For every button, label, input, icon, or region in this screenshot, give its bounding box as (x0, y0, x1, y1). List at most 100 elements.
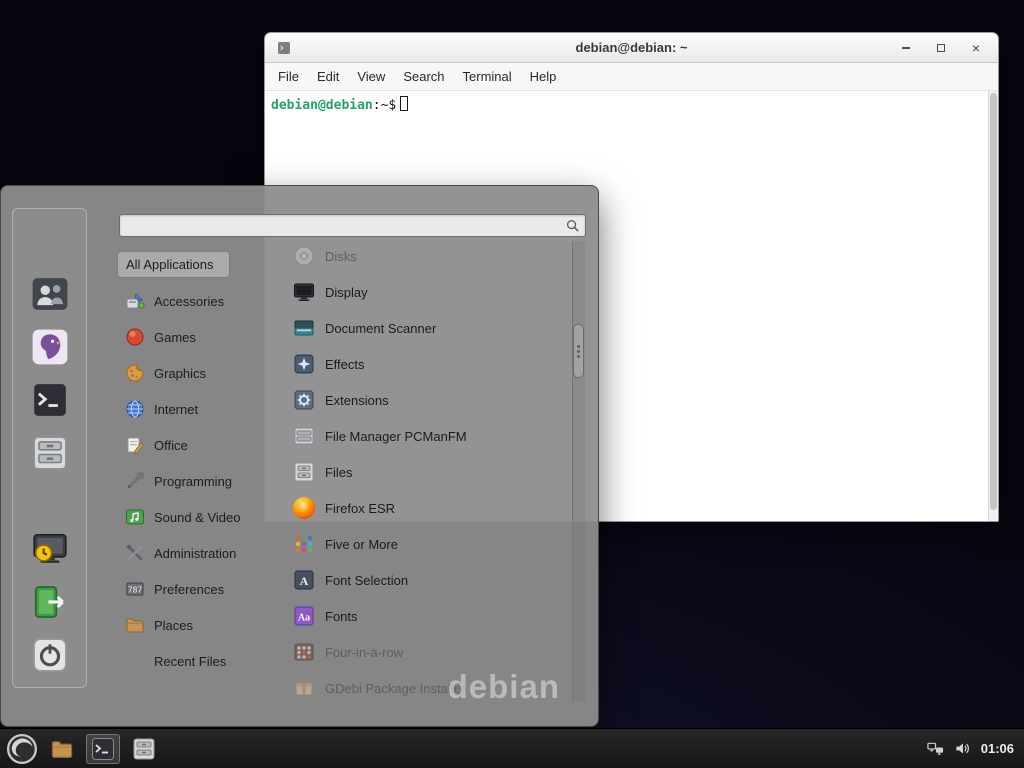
taskbar-terminal[interactable] (86, 734, 120, 764)
files-icon (293, 461, 315, 483)
users-icon (31, 275, 69, 313)
cinnamon-menu-icon (6, 733, 38, 765)
shut-down-button[interactable] (31, 636, 69, 674)
favorites-column (12, 208, 87, 688)
taskbar-file-manager[interactable] (45, 734, 79, 764)
taskbar-files[interactable] (127, 734, 161, 764)
applications-list: Disks Display Document Scanner Effects E… (279, 238, 569, 701)
prompt-suffix: :~$ (373, 98, 396, 113)
menu-view[interactable]: View (348, 69, 394, 84)
preferences-icon: 787 (125, 579, 145, 599)
svg-text:Aa: Aa (298, 613, 310, 624)
category-places[interactable]: Places (117, 607, 209, 643)
extensions-icon (293, 389, 315, 411)
pidgin-icon (31, 328, 69, 366)
file-cabinet-icon (31, 434, 69, 472)
app-document-scanner[interactable]: Document Scanner (279, 310, 569, 346)
network-icon[interactable] (927, 740, 944, 757)
search-input[interactable] (120, 215, 565, 236)
menu-search[interactable]: Search (394, 69, 453, 84)
maximize-icon[interactable] (935, 41, 947, 55)
app-effects[interactable]: Effects (279, 346, 569, 382)
minimize-icon[interactable] (900, 41, 912, 55)
menu-scrollbar-thumb[interactable] (573, 324, 584, 378)
sound-video-icon (125, 507, 145, 527)
four-in-a-row-icon (293, 641, 315, 663)
display-icon (293, 281, 315, 303)
categories-list: All Applications Accessories Games Graph… (117, 247, 275, 679)
lock-screen-button[interactable] (31, 530, 69, 568)
fonts-icon: Aa (293, 605, 315, 627)
places-icon (125, 615, 145, 635)
pcmanfm-icon (293, 425, 315, 447)
favorite-terminal[interactable] (31, 381, 69, 419)
shut-down-icon (31, 636, 69, 674)
menu-edit[interactable]: Edit (308, 69, 348, 84)
menu-button[interactable] (6, 733, 38, 765)
favorite-users[interactable] (31, 275, 69, 313)
menu-help[interactable]: Help (521, 69, 566, 84)
system-tray: 01:06 (927, 740, 1018, 757)
terminal-scrollbar[interactable] (988, 91, 998, 521)
app-four-in-a-row[interactable]: Four-in-a-row (279, 634, 569, 670)
effects-icon (293, 353, 315, 375)
terminal-titlebar[interactable]: debian@debian: ~ × (265, 33, 998, 63)
category-games[interactable]: Games (117, 319, 212, 355)
app-firefox-esr[interactable]: Firefox ESR (279, 490, 569, 526)
games-icon (125, 327, 145, 347)
administration-icon (125, 543, 145, 563)
category-administration[interactable]: Administration (117, 535, 252, 571)
volume-icon[interactable] (954, 740, 971, 757)
disks-icon (293, 245, 315, 267)
log-out-icon (31, 583, 69, 621)
category-programming[interactable]: Programming (117, 463, 248, 499)
window-title: debian@debian: ~ (265, 40, 998, 55)
app-file-manager-pcmanfm[interactable]: File Manager PCManFM (279, 418, 569, 454)
menu-terminal[interactable]: Terminal (454, 69, 521, 84)
programming-icon (125, 471, 145, 491)
terminal-icon (31, 381, 69, 419)
category-preferences[interactable]: 787 Preferences (117, 571, 240, 607)
menu-search-box (119, 214, 586, 237)
font-selection-icon: A (293, 569, 315, 591)
terminal-icon (91, 737, 115, 761)
category-sound-video[interactable]: Sound & Video (117, 499, 257, 535)
category-office[interactable]: Office (117, 427, 204, 463)
firefox-icon (293, 497, 315, 519)
app-files[interactable]: Files (279, 454, 569, 490)
terminal-scrollbar-thumb[interactable] (990, 93, 997, 510)
favorite-pidgin[interactable] (31, 328, 69, 366)
five-or-more-icon (293, 533, 315, 555)
terminal-menubar: File Edit View Search Terminal Help (265, 63, 998, 91)
app-font-selection[interactable]: A Font Selection (279, 562, 569, 598)
category-recent-files[interactable]: Recent Files (117, 643, 242, 679)
app-disks[interactable]: Disks (279, 238, 569, 274)
application-menu: All Applications Accessories Games Graph… (0, 185, 599, 727)
favorite-file-manager[interactable] (31, 434, 69, 472)
desktop[interactable]: debian@debian: ~ × File Edit View Search… (0, 0, 1024, 768)
category-graphics[interactable]: Graphics (117, 355, 222, 391)
prompt-user-host: debian@debian (271, 98, 373, 113)
svg-text:A: A (300, 574, 309, 588)
menu-scrollbar-track[interactable] (572, 241, 585, 701)
office-icon (125, 435, 145, 455)
close-icon[interactable]: × (970, 41, 982, 55)
folder-icon (50, 737, 74, 761)
category-accessories[interactable]: Accessories (117, 283, 240, 319)
app-extensions[interactable]: Extensions (279, 382, 569, 418)
taskbar: 01:06 (0, 728, 1024, 768)
taskbar-clock[interactable]: 01:06 (981, 741, 1014, 756)
accessories-icon (125, 291, 145, 311)
favorite-firefox[interactable] (31, 222, 69, 260)
file-cabinet-icon (132, 737, 156, 761)
app-display[interactable]: Display (279, 274, 569, 310)
gdebi-icon (293, 677, 315, 699)
menu-file[interactable]: File (269, 69, 308, 84)
log-out-button[interactable] (31, 583, 69, 621)
app-fonts[interactable]: Aa Fonts (279, 598, 569, 634)
category-internet[interactable]: Internet (117, 391, 214, 427)
graphics-icon (125, 363, 145, 383)
app-five-or-more[interactable]: Five or More (279, 526, 569, 562)
document-scanner-icon (293, 317, 315, 339)
category-all-applications[interactable]: All Applications (117, 251, 230, 278)
